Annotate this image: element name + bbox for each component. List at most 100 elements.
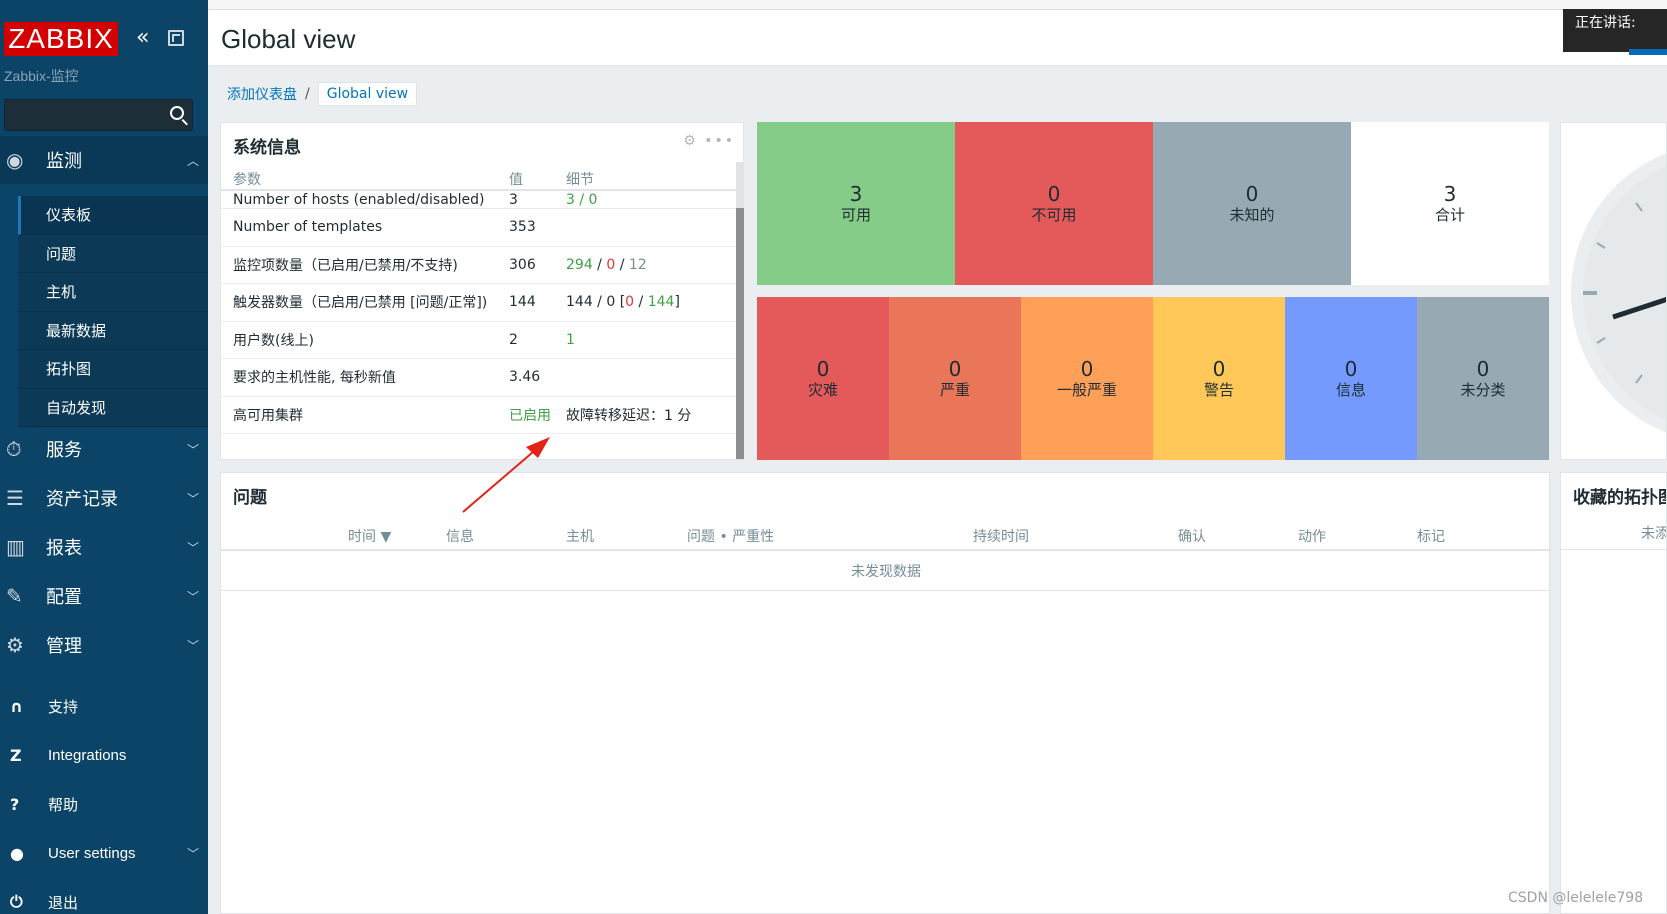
breadcrumb-current[interactable]: Global view (317, 82, 418, 106)
col-details: 细节 (566, 172, 594, 188)
zabbix-logo[interactable]: ZABBIX (4, 22, 118, 56)
trigger-counts: 144 / 0 [ (566, 294, 626, 311)
tile-label: 合计 (1434, 205, 1465, 224)
nav-user-settings-label: User settings (48, 844, 136, 862)
search-icon[interactable] (170, 106, 184, 120)
host-availability-total[interactable]: 3 合计 (1351, 122, 1549, 285)
power-icon: ⏻ (10, 892, 23, 911)
nav-integrations-label: Integrations (48, 746, 127, 764)
tile-label: 可用 (840, 205, 871, 224)
tile-label: 未知的 (1229, 205, 1275, 224)
tile-count: 0 (948, 356, 962, 381)
tile-label: 灾难 (807, 380, 838, 399)
row-value: 2 (509, 331, 518, 348)
nav-support[interactable]: ∩ 支持 (0, 686, 208, 726)
chevron-down-icon: ﹀ (186, 540, 199, 555)
gear-icon[interactable]: ⚙ (683, 133, 698, 149)
eye-icon: ◉ (6, 148, 24, 172)
nav-sign-out[interactable]: ⏻ 退出 (0, 882, 208, 914)
monitoring-submenu: 仪表板 问题 主机 最新数据 拓扑图 自动发现 (18, 196, 208, 427)
nav-configuration-label: 配置 (46, 587, 82, 607)
chevron-down-icon: ﹀ (186, 491, 199, 506)
breadcrumb: 添加仪表盘 / Global view (227, 80, 418, 108)
severity-high[interactable]: 0 严重 (889, 297, 1021, 460)
nav-integrations[interactable]: Z Integrations (0, 735, 208, 775)
chevron-up-icon: ︿ (186, 153, 199, 168)
breadcrumb-dashboards-link[interactable]: 添加仪表盘 (227, 84, 297, 104)
sidebar-item-hosts[interactable]: 主机 (18, 273, 208, 312)
col-info: 信息 (446, 529, 474, 545)
chevron-down-icon: ﹀ (186, 638, 199, 653)
severity-not-classified[interactable]: 0 未分类 (1417, 297, 1549, 460)
row-param: 触发器数量（已启用/已禁用 [问题/正常]) (233, 295, 488, 312)
breadcrumb-separator: / (305, 86, 310, 102)
clock-face (1571, 153, 1666, 433)
unsupported-count: 12 (628, 256, 647, 273)
table-row: 高可用集群 已启用 故障转移延迟：1 分 (221, 397, 737, 434)
table-row: 要求的主机性能, 每秒新值 3.46 (221, 359, 737, 397)
collapse-sidebar-icon[interactable]: « (136, 26, 149, 50)
nav-help[interactable]: ? 帮助 (0, 784, 208, 824)
sidebar-item-maps[interactable]: 拓扑图 (18, 350, 208, 389)
nav-services[interactable]: ⏱ 服务 ﹀ (0, 425, 208, 473)
bar-chart-icon: ▥ (6, 535, 25, 559)
tile-label: 未分类 (1460, 380, 1506, 399)
table-row: Number of hosts (enabled/disabled) 3 3 /… (221, 191, 737, 209)
sidebar-item-discovery[interactable]: 自动发现 (18, 388, 208, 427)
ha-status: 已启用 (509, 407, 551, 424)
tile-label: 信息 (1335, 380, 1366, 399)
tile-count: 0 (1080, 356, 1094, 381)
host-availability-unknown[interactable]: 0 未知的 (1153, 122, 1351, 285)
row-param: Number of templates (233, 219, 383, 236)
tile-count: 3 (849, 181, 863, 206)
nav-user-settings[interactable]: ● User settings ﹀ (0, 833, 208, 873)
separator: / (615, 256, 629, 273)
severity-information[interactable]: 0 信息 (1285, 297, 1417, 460)
table-row: 触发器数量（已启用/已禁用 [问题/正常]) 144 144 / 0 [0 / … (221, 284, 737, 322)
sidebar-item-dashboard[interactable]: 仪表板 (18, 196, 208, 235)
nav-inventory[interactable]: ☰ 资产记录 ﹀ (0, 474, 208, 522)
system-info-title: 系统信息 (233, 138, 301, 158)
scrollbar[interactable] (736, 162, 744, 459)
kiosk-mode-icon[interactable] (168, 30, 184, 46)
table-header: 参数 值 细节 (221, 169, 737, 191)
nav-administration[interactable]: ⚙ 管理 ﹀ (0, 621, 208, 669)
top-strip (208, 0, 1667, 10)
sidebar: ZABBIX « Zabbix-监控 ◉ 监测 ︿ 仪表板 问题 主机 最新数据… (0, 0, 208, 914)
nav-reports[interactable]: ▥ 报表 ﹀ (0, 523, 208, 571)
scrollbar-thumb[interactable] (736, 208, 744, 459)
tile-count: 0 (1212, 356, 1226, 381)
nav-services-label: 服务 (46, 440, 82, 460)
search-input[interactable] (4, 99, 193, 131)
sidebar-item-latest-data[interactable]: 最新数据 (18, 311, 208, 350)
severity-disaster[interactable]: 0 灾难 (757, 297, 889, 460)
col-host: 主机 (566, 529, 594, 545)
row-value: 353 (509, 219, 536, 236)
problems-title: 问题 (233, 488, 267, 508)
separator: / (634, 294, 648, 311)
bracket: ] (674, 294, 680, 311)
table-row: 监控项数量（已启用/已禁用/不支持) 306 294 / 0 / 12 (221, 247, 737, 284)
nav-configuration[interactable]: ✎ 配置 ﹀ (0, 572, 208, 620)
severity-average[interactable]: 0 一般严重 (1021, 297, 1153, 460)
ok-count: 144 (647, 294, 675, 311)
page-title: Global view (221, 24, 356, 54)
severity-warning[interactable]: 0 警告 (1153, 297, 1285, 460)
host-availability-available[interactable]: 3 可用 (757, 122, 955, 285)
nav-sign-out-label: 退出 (48, 894, 79, 912)
host-availability-unavailable[interactable]: 0 不可用 (955, 122, 1153, 285)
tile-count: 0 (1344, 356, 1358, 381)
tile-count: 0 (1245, 181, 1259, 206)
col-actions: 动作 (1298, 529, 1326, 545)
more-icon[interactable]: ••• (704, 133, 735, 149)
col-time[interactable]: 时间 ▼ (348, 526, 391, 546)
nav-monitoring[interactable]: ◉ 监测 ︿ (0, 136, 208, 184)
row-detail: 294 / 0 / 12 (566, 257, 726, 273)
favorite-maps-title: 收藏的拓扑图 (1573, 488, 1667, 508)
logo-row: ZABBIX « (0, 22, 208, 58)
sidebar-item-problems[interactable]: 问题 (18, 234, 208, 273)
tile-count: 0 (1476, 356, 1490, 381)
disabled-count: 0 (606, 256, 616, 273)
nav-monitoring-label: 监测 (46, 151, 82, 171)
system-info-widget: 系统信息 ⚙ ••• 参数 值 细节 Number of hosts (enab… (220, 122, 744, 460)
